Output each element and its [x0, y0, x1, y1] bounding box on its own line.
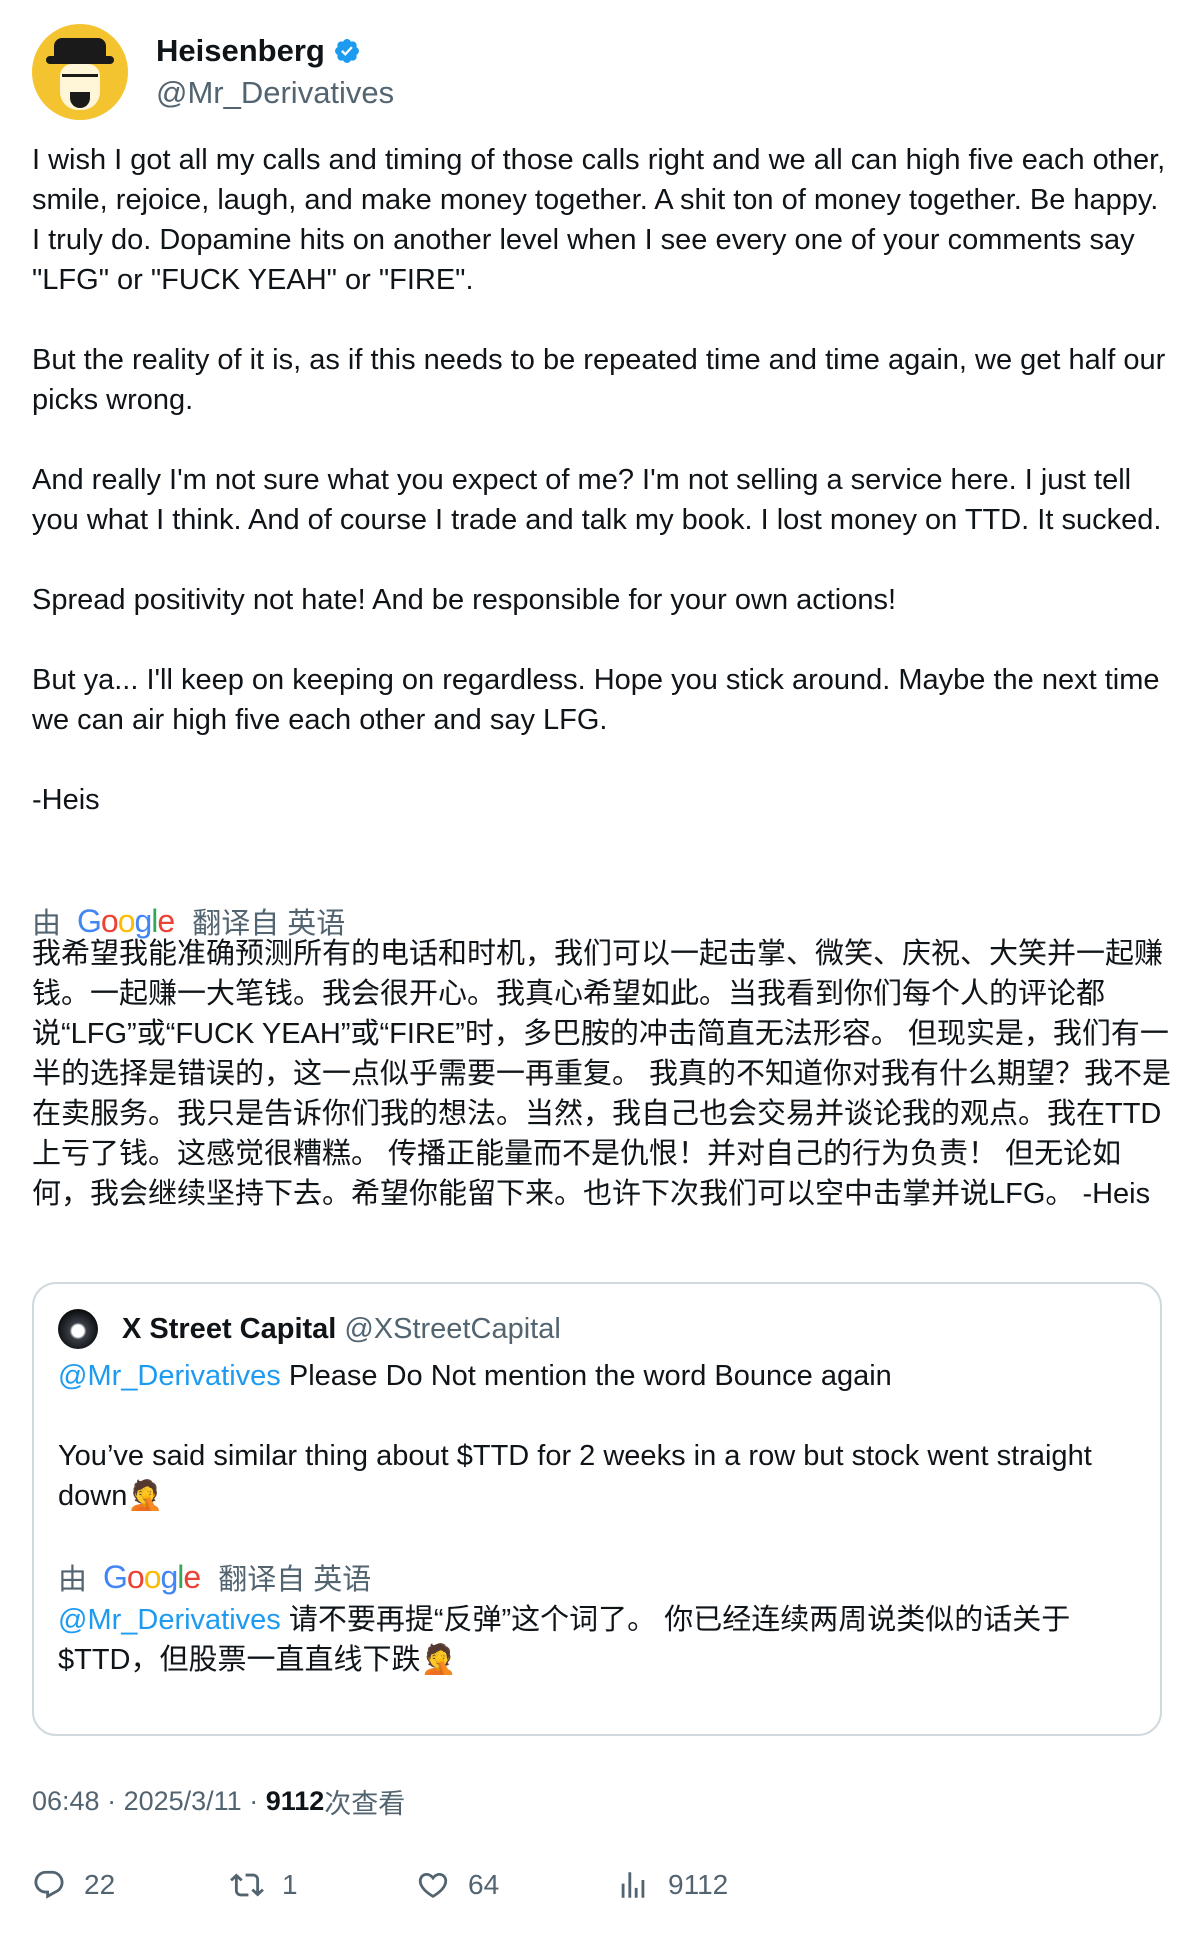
quoted-tweet-text: @Mr_Derivatives Please Do Not mention th…: [58, 1356, 1138, 1516]
author-info: Heisenberg @Mr_Derivatives: [156, 33, 394, 111]
quoted-author-avatar[interactable]: [58, 1309, 98, 1349]
quoted-tweet-line1: Please Do Not mention the word Bounce ag…: [280, 1360, 892, 1392]
meta-separator: ·: [99, 1786, 124, 1816]
translated-tweet-text: 我希望我能准确预测所有的电话和时机，我们可以一起击掌、微笑、庆祝、大笑并一起赚钱…: [32, 938, 1172, 1210]
view-count: 9112: [265, 1786, 325, 1816]
retweet-count: 1: [282, 1869, 298, 1900]
quoted-translated-mention-link[interactable]: @Mr_Derivatives: [58, 1604, 281, 1636]
analytics-icon: [621, 1872, 645, 1898]
quoted-tweet-rest: You’ve said similar thing about $TTD for…: [58, 1440, 1100, 1512]
avatar-glasses-shape: [62, 74, 98, 85]
reply-count: 22: [84, 1869, 116, 1900]
quoted-tweet-header: X Street Capital @XStreetCapital: [58, 1306, 561, 1352]
quoted-translation-prefix: 由: [58, 1564, 88, 1596]
views-button[interactable]: 9112: [616, 1868, 728, 1902]
quoted-tweet-card[interactable]: X Street Capital @XStreetCapital @Mr_Der…: [32, 1282, 1162, 1736]
quoted-translation-suffix: 翻译自 英语: [218, 1564, 372, 1596]
avatar-hat-brim-shape: [46, 56, 114, 64]
tweet-meta: 06:48 · 2025/3/11 · 9112 次查看: [32, 1782, 405, 1821]
reply-icon: [34, 1870, 64, 1899]
quoted-author-name[interactable]: X Street Capital: [122, 1313, 336, 1346]
quoted-translated-text: @Mr_Derivatives 请不要再提“反弹”这个词了。 你已经连续两周说类…: [58, 1600, 1138, 1680]
google-logo-icon: Google: [103, 1558, 201, 1595]
author-handle[interactable]: @Mr_Derivatives: [156, 75, 394, 111]
tweet-header: Heisenberg @Mr_Derivatives: [32, 24, 394, 120]
tweet-time[interactable]: 06:48: [32, 1786, 100, 1817]
retweet-button[interactable]: 1: [230, 1868, 298, 1902]
verified-badge-icon: [334, 39, 359, 63]
like-count: 64: [468, 1869, 500, 1900]
author-name-row: Heisenberg: [156, 33, 394, 69]
quoted-author-handle[interactable]: @XStreetCapital: [344, 1313, 560, 1346]
retweet-icon: [230, 1873, 264, 1897]
reply-button[interactable]: 22: [32, 1868, 115, 1902]
tweet-actions: 22 1 64 9112: [32, 1868, 1172, 1920]
quoted-translation-attribution: 由 Google 翻译自 英语: [58, 1556, 371, 1598]
meta-separator-2: ·: [241, 1786, 266, 1816]
tweet-date[interactable]: 2025/3/11: [124, 1786, 242, 1817]
quoted-mention-link[interactable]: @Mr_Derivatives: [58, 1360, 281, 1392]
tweet-text: I wish I got all my calls and timing of …: [32, 144, 1166, 816]
view-count-label: 次查看: [324, 1789, 406, 1819]
author-display-name[interactable]: Heisenberg: [156, 33, 325, 69]
like-button[interactable]: 64: [416, 1868, 499, 1902]
heart-icon: [418, 1872, 448, 1898]
author-avatar[interactable]: [32, 24, 128, 120]
views-count: 9112: [668, 1869, 729, 1900]
